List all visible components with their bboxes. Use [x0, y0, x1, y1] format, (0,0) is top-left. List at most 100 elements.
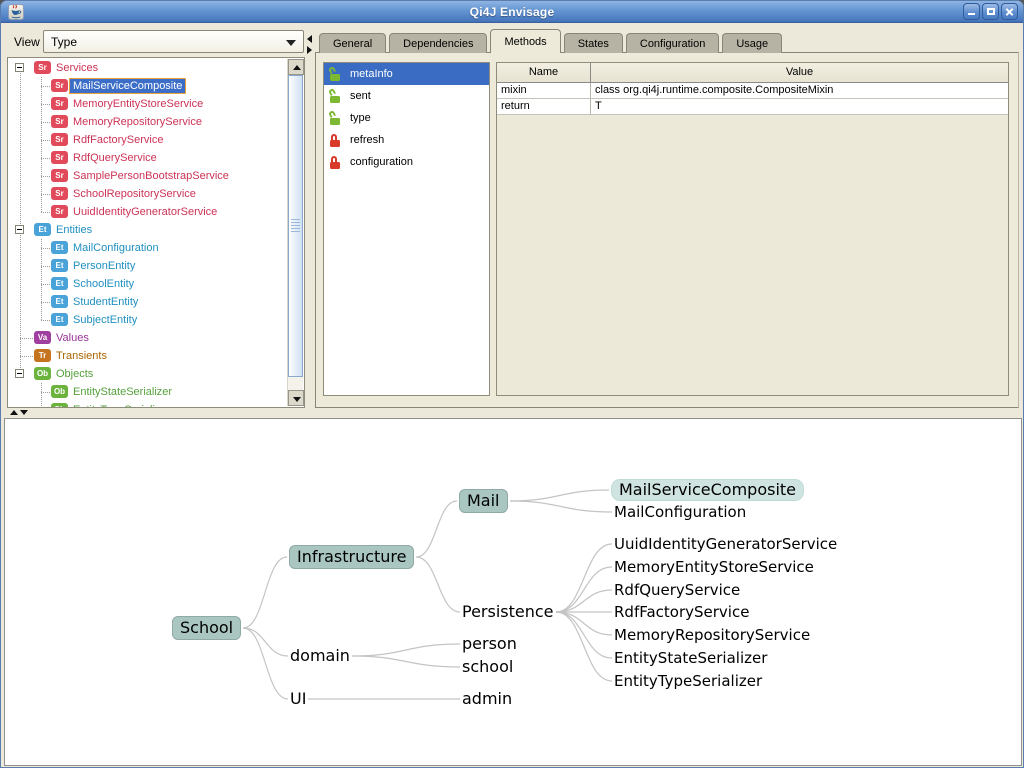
tab-dependencies[interactable]: Dependencies — [389, 33, 487, 53]
tree-item-label: SchoolEntity — [73, 277, 134, 291]
tree-item-label: Entities — [56, 223, 92, 237]
graph-edge — [243, 628, 288, 699]
tree-type-badge: Sr — [51, 115, 68, 128]
graph-node-entity-state-serializer[interactable]: EntityStateSerializer — [614, 648, 767, 668]
horizontal-splitter[interactable] — [1, 408, 1024, 418]
close-button[interactable] — [1001, 3, 1018, 20]
tree-row[interactable]: ObObjects — [8, 365, 287, 383]
methods-tab-content: metaInfo senttyperefreshconfiguration Nam… — [315, 52, 1019, 408]
tree-type-badge: Sr — [51, 97, 68, 110]
graph-node-school[interactable]: School — [172, 616, 241, 640]
graph-node-ui[interactable]: UI — [290, 689, 306, 709]
view-type-select[interactable]: Type — [43, 30, 304, 53]
scroll-down-button[interactable] — [288, 390, 304, 406]
tree-connector — [41, 104, 50, 105]
graph-node-rdf-factory-service[interactable]: RdfFactoryService — [614, 602, 749, 622]
tree-row[interactable]: SrSchoolRepositoryService — [8, 185, 287, 203]
maximize-button[interactable] — [982, 3, 999, 20]
graph-node-mail-configuration[interactable]: MailConfiguration — [614, 502, 746, 522]
graph-node-mail-service-composite[interactable]: MailServiceComposite — [611, 479, 804, 501]
graph-node-infrastructure[interactable]: Infrastructure — [289, 545, 414, 569]
tree-row[interactable]: Va Values — [8, 329, 287, 347]
tree-row[interactable]: EtMailConfiguration — [8, 239, 287, 257]
graph-node-domain[interactable]: domain — [290, 646, 350, 666]
graph-edge — [352, 656, 460, 667]
tree-row[interactable]: EtStudentEntity — [8, 293, 287, 311]
scroll-up-button[interactable] — [288, 59, 304, 75]
lock-open-icon — [330, 112, 341, 125]
collapse-down-icon[interactable] — [20, 410, 28, 415]
tree-type-badge: Sr — [51, 187, 68, 200]
view-type-value: Type — [51, 35, 77, 49]
tree-type-badge: Va — [34, 331, 51, 344]
tree-row[interactable]: SrMemoryRepositoryService — [8, 113, 287, 131]
title-bar[interactable]: Qi4J Envisage — [1, 1, 1023, 23]
scrollbar-thumb[interactable] — [288, 75, 303, 377]
cell-value: class org.qi4j.runtime.composite.Composi… — [591, 83, 1008, 98]
tree-connector — [41, 140, 50, 141]
tab-general[interactable]: General — [319, 33, 386, 53]
tree-item-label: StudentEntity — [73, 295, 138, 309]
tree-row[interactable]: SrServices — [8, 59, 287, 77]
graph-node-school-leaf[interactable]: school — [462, 657, 513, 677]
method-list-item[interactable]: sent — [324, 85, 489, 107]
tree-item-label: UuidIdentityGeneratorService — [73, 205, 217, 219]
tree-row[interactable]: EtPersonEntity — [8, 257, 287, 275]
tab-configuration[interactable]: Configuration — [626, 33, 719, 53]
tree-row[interactable]: SrMailServiceComposite — [8, 77, 287, 95]
tree-item-label: SubjectEntity — [73, 313, 137, 327]
method-list-item[interactable]: configuration — [324, 151, 489, 173]
tab-methods[interactable]: Methods — [490, 29, 560, 53]
tree-item-label: MemoryEntityStoreService — [73, 97, 203, 111]
tree-row[interactable]: SrRdfQueryService — [8, 149, 287, 167]
tree-item-label: MailConfiguration — [73, 241, 159, 255]
graph-node-rdf-query-service[interactable]: RdfQueryService — [614, 580, 740, 600]
java-icon — [8, 4, 24, 20]
tree-scrollbar[interactable] — [287, 59, 303, 406]
tree-expander-icon[interactable] — [15, 369, 24, 378]
graph-node-memory-repository-service[interactable]: MemoryRepositoryService — [614, 625, 810, 645]
tree-connector — [41, 302, 50, 303]
vertical-splitter[interactable] — [305, 27, 315, 408]
graph-node-persistence[interactable]: Persistence — [462, 602, 554, 622]
table-row[interactable]: mixinclass org.qi4j.runtime.composite.Co… — [497, 83, 1008, 99]
tab-states[interactable]: States — [564, 33, 623, 53]
tree-item-label: Values — [56, 331, 89, 345]
tab-usage[interactable]: Usage — [722, 33, 782, 53]
collapse-up-icon[interactable] — [10, 410, 18, 415]
graph-node-memory-entity-store-service[interactable]: MemoryEntityStoreService — [614, 557, 814, 577]
tree-row[interactable]: SrRdfFactoryService — [8, 131, 287, 149]
tree-expander-icon[interactable] — [15, 63, 24, 72]
minimize-button[interactable] — [963, 3, 980, 20]
graph-node-entity-type-serializer[interactable]: EntityTypeSerializer — [614, 671, 762, 691]
graph-node-admin[interactable]: admin — [462, 689, 512, 709]
method-name-label: metaInfo — [350, 68, 393, 80]
method-list-item[interactable]: type — [324, 107, 489, 129]
tree-row[interactable]: Sr MemoryEntityStoreService — [8, 95, 287, 113]
column-header-value[interactable]: Value — [591, 63, 1008, 82]
tree-type-badge: Sr — [34, 61, 51, 74]
method-list-item[interactable]: refresh — [324, 129, 489, 151]
tree-row[interactable]: ObEntityTypeSerializer — [8, 401, 287, 407]
tree-row[interactable]: SrSamplePersonBootstrapService — [8, 167, 287, 185]
tree-item-label: PersonEntity — [73, 259, 135, 273]
graph-node-mail[interactable]: Mail — [459, 489, 508, 513]
tree-row[interactable]: EtSubjectEntity — [8, 311, 287, 329]
tree-row[interactable]: EtEntities — [8, 221, 287, 239]
graph-node-uuid-identity-generator-service[interactable]: UuidIdentityGeneratorService — [614, 534, 837, 554]
table-row[interactable]: returnT — [497, 99, 1008, 115]
tree-row[interactable]: EtSchoolEntity — [8, 275, 287, 293]
method-list-item[interactable]: metaInfo — [324, 63, 489, 85]
tree-row[interactable]: ObEntityStateSerializer — [8, 383, 287, 401]
tree-row[interactable]: TrTransients — [8, 347, 287, 365]
tree-connector — [41, 239, 42, 320]
tree-type-badge: Sr — [51, 169, 68, 182]
tree-row[interactable]: SrUuidIdentityGeneratorService — [8, 203, 287, 221]
window-title: Qi4J Envisage — [1, 5, 1023, 19]
composite-tree: SrServicesSrMailServiceCompositeSrMemory… — [8, 59, 287, 407]
collapse-left-icon[interactable] — [307, 35, 312, 43]
tree-expander-icon[interactable] — [15, 225, 24, 234]
column-header-name[interactable]: Name — [497, 63, 591, 82]
collapse-right-icon[interactable] — [307, 46, 312, 54]
graph-node-person[interactable]: person — [462, 634, 517, 654]
